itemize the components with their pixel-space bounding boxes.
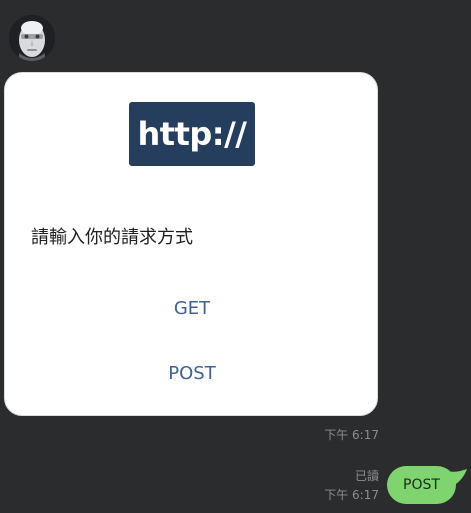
read-receipt: 已讀 xyxy=(354,469,379,483)
bot-avatar[interactable] xyxy=(9,15,55,61)
http-method-card: http:// 請輸入你的請求方式 GET POST xyxy=(4,72,378,416)
robot-face-icon xyxy=(9,15,55,61)
card-prompt: 請輸入你的請求方式 xyxy=(31,227,193,248)
sent-timestamp: 下午 6:17 xyxy=(324,488,379,502)
option-get-button[interactable]: GET xyxy=(5,289,379,329)
sent-message-text: POST xyxy=(387,466,456,504)
sent-message-bubble[interactable]: POST xyxy=(387,466,469,506)
http-logo: http:// xyxy=(129,102,255,166)
option-post-button[interactable]: POST xyxy=(5,354,379,394)
card-timestamp: 下午 6:17 xyxy=(324,428,379,442)
